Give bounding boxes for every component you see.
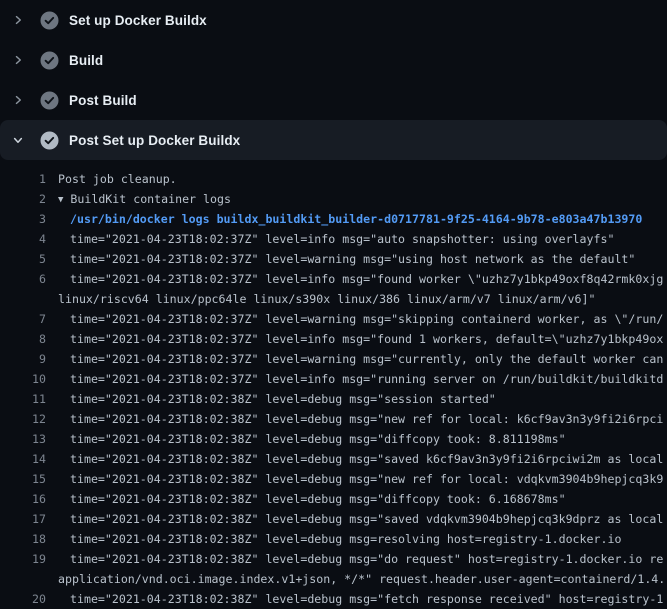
- log-line-text: time="2021-04-23T18:02:37Z" level=warnin…: [70, 349, 663, 369]
- chevron-right-icon: [11, 12, 25, 28]
- log-row: 4 time="2021-04-23T18:02:37Z" level=info…: [0, 229, 667, 249]
- log-row: 12 time="2021-04-23T18:02:38Z" level=deb…: [0, 409, 667, 429]
- check-circle-icon: [40, 91, 59, 110]
- log-line-text: /usr/bin/docker logs buildx_buildkit_bui…: [70, 209, 642, 229]
- steps-list: Set up Docker Buildx Build Post Build Po…: [0, 0, 667, 160]
- log-line-number[interactable]: 13: [0, 429, 46, 449]
- log-line-number[interactable]: 16: [0, 489, 46, 509]
- chevron-right-icon: [11, 52, 25, 68]
- log-line-text: time="2021-04-23T18:02:37Z" level=warnin…: [70, 309, 663, 329]
- log-row: 8 time="2021-04-23T18:02:37Z" level=info…: [0, 329, 667, 349]
- log-line-text: application/vnd.oci.image.index.v1+json,…: [58, 569, 665, 589]
- log-line-number[interactable]: [0, 289, 46, 309]
- step-label: Build: [69, 53, 103, 68]
- log-line-number[interactable]: 19: [0, 549, 46, 569]
- log-line-number[interactable]: 17: [0, 509, 46, 529]
- log-row: 19 time="2021-04-23T18:02:38Z" level=deb…: [0, 549, 667, 569]
- log-line-number[interactable]: [0, 569, 46, 589]
- log-line-text: time="2021-04-23T18:02:37Z" level=info m…: [70, 229, 614, 249]
- log-row: 2 ▼ BuildKit container logs: [0, 189, 667, 209]
- check-circle-icon: [40, 11, 59, 30]
- log-line-text: time="2021-04-23T18:02:37Z" level=info m…: [70, 369, 663, 389]
- step-row-build[interactable]: Build: [0, 40, 667, 80]
- log-line-text: time="2021-04-23T18:02:37Z" level=info m…: [70, 269, 663, 289]
- log-line-number[interactable]: 6: [0, 269, 46, 289]
- log-line-number[interactable]: 1: [0, 169, 46, 189]
- log-row: 5 time="2021-04-23T18:02:37Z" level=warn…: [0, 249, 667, 269]
- log-row: 7 time="2021-04-23T18:02:37Z" level=warn…: [0, 309, 667, 329]
- log-line-number[interactable]: 5: [0, 249, 46, 269]
- log-line-text: time="2021-04-23T18:02:38Z" level=debug …: [70, 509, 663, 529]
- chevron-right-icon: [11, 92, 25, 108]
- log-line-number[interactable]: 15: [0, 469, 46, 489]
- log-line-text: time="2021-04-23T18:02:38Z" level=debug …: [70, 549, 663, 569]
- group-expanded-triangle-icon: ▼: [58, 190, 63, 209]
- log-line-text: time="2021-04-23T18:02:38Z" level=debug …: [70, 529, 621, 549]
- log-row: 15 time="2021-04-23T18:02:38Z" level=deb…: [0, 469, 667, 489]
- log-line-text: time="2021-04-23T18:02:38Z" level=debug …: [70, 489, 566, 509]
- log-row: 6 time="2021-04-23T18:02:37Z" level=info…: [0, 269, 667, 289]
- log-row: linux/riscv64 linux/ppc64le linux/s390x …: [0, 289, 667, 309]
- log-line-number[interactable]: 14: [0, 449, 46, 469]
- log-line-number[interactable]: 2: [0, 189, 46, 209]
- log-row: 3 /usr/bin/docker logs buildx_buildkit_b…: [0, 209, 667, 229]
- step-label: Post Build: [69, 93, 137, 108]
- log-line-text: time="2021-04-23T18:02:37Z" level=info m…: [70, 329, 663, 349]
- step-label: Set up Docker Buildx: [69, 13, 207, 28]
- log-line-text: time="2021-04-23T18:02:37Z" level=warnin…: [70, 249, 635, 269]
- log-line-text: time="2021-04-23T18:02:38Z" level=debug …: [70, 429, 566, 449]
- step-label: Post Set up Docker Buildx: [69, 133, 240, 148]
- log-row: application/vnd.oci.image.index.v1+json,…: [0, 569, 667, 589]
- step-row-post-set-up-docker-buildx[interactable]: Post Set up Docker Buildx: [0, 120, 667, 160]
- log-line-number[interactable]: 7: [0, 309, 46, 329]
- log-line-text: Post job cleanup.: [58, 169, 177, 189]
- log-row: 16 time="2021-04-23T18:02:38Z" level=deb…: [0, 489, 667, 509]
- log-line-text: time="2021-04-23T18:02:38Z" level=debug …: [70, 409, 663, 429]
- step-row-post-build[interactable]: Post Build: [0, 80, 667, 120]
- log-line-number[interactable]: 12: [0, 409, 46, 429]
- log-row: 1 Post job cleanup.: [0, 169, 667, 189]
- log-line-number[interactable]: 11: [0, 389, 46, 409]
- log-row: 13 time="2021-04-23T18:02:38Z" level=deb…: [0, 429, 667, 449]
- log-line-number[interactable]: 10: [0, 369, 46, 389]
- log-row: 18 time="2021-04-23T18:02:38Z" level=deb…: [0, 529, 667, 549]
- log-line-text: time="2021-04-23T18:02:38Z" level=debug …: [70, 589, 663, 609]
- chevron-down-icon: [11, 132, 25, 148]
- check-circle-icon: [40, 131, 59, 150]
- log-line-text: time="2021-04-23T18:02:38Z" level=debug …: [70, 469, 663, 489]
- log-line-text: time="2021-04-23T18:02:38Z" level=debug …: [70, 449, 663, 469]
- log-row: 20 time="2021-04-23T18:02:38Z" level=deb…: [0, 589, 667, 609]
- log-line-number[interactable]: 3: [0, 209, 46, 229]
- log-line-number[interactable]: 9: [0, 349, 46, 369]
- log-row: 14 time="2021-04-23T18:02:38Z" level=deb…: [0, 449, 667, 469]
- log-line-number[interactable]: 4: [0, 229, 46, 249]
- check-circle-icon: [40, 51, 59, 70]
- log-line-number[interactable]: 20: [0, 589, 46, 609]
- step-row-set-up-docker-buildx[interactable]: Set up Docker Buildx: [0, 0, 667, 40]
- log-row: 9 time="2021-04-23T18:02:37Z" level=warn…: [0, 349, 667, 369]
- log-group-toggle[interactable]: ▼ BuildKit container logs: [58, 189, 231, 209]
- log-line-number[interactable]: 8: [0, 329, 46, 349]
- log-row: 17 time="2021-04-23T18:02:38Z" level=deb…: [0, 509, 667, 529]
- log-line-number[interactable]: 18: [0, 529, 46, 549]
- log-line-text: time="2021-04-23T18:02:38Z" level=debug …: [70, 389, 496, 409]
- log-line-text: linux/riscv64 linux/ppc64le linux/s390x …: [58, 289, 595, 309]
- log-viewer: 1 Post job cleanup. 2 ▼ BuildKit contain…: [0, 160, 667, 609]
- log-row: 10 time="2021-04-23T18:02:37Z" level=inf…: [0, 369, 667, 389]
- log-row: 11 time="2021-04-23T18:02:38Z" level=deb…: [0, 389, 667, 409]
